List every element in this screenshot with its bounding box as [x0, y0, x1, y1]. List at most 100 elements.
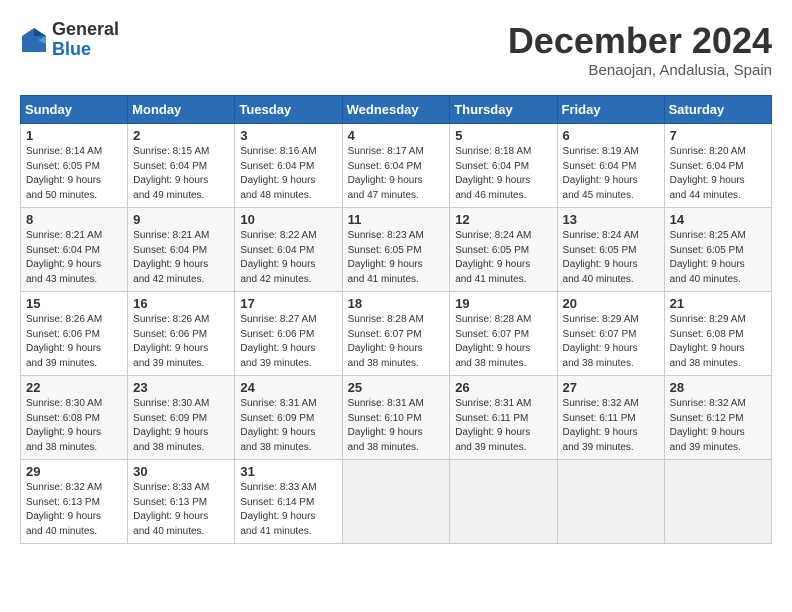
calendar-cell: 7 Sunrise: 8:20 AM Sunset: 6:04 PM Daylig…: [664, 124, 771, 208]
cell-info: Sunrise: 8:26 AM Sunset: 6:06 PM Dayligh…: [133, 313, 229, 371]
day-number: 12: [455, 212, 551, 227]
day-number: 20: [563, 296, 659, 311]
cell-info: Sunrise: 8:31 AM Sunset: 6:11 PM Dayligh…: [455, 397, 551, 455]
calendar-cell: 6 Sunrise: 8:19 AM Sunset: 6:04 PM Daylig…: [557, 124, 664, 208]
calendar-cell: [342, 460, 450, 544]
day-number: 9: [133, 212, 229, 227]
cell-info: Sunrise: 8:16 AM Sunset: 6:04 PM Dayligh…: [240, 145, 336, 203]
calendar-cell: 17Sunrise: 8:27 AM Sunset: 6:06 PM Dayli…: [235, 292, 342, 376]
calendar-cell: 9 Sunrise: 8:21 AM Sunset: 6:04 PM Daylig…: [128, 208, 235, 292]
calendar-cell: 8 Sunrise: 8:21 AM Sunset: 6:04 PM Daylig…: [21, 208, 128, 292]
calendar-body: 1 Sunrise: 8:14 AM Sunset: 6:05 PM Daylig…: [21, 124, 772, 544]
cell-info: Sunrise: 8:21 AM Sunset: 6:04 PM Dayligh…: [26, 229, 122, 287]
calendar-cell: 19 Sunrise: 8:28 AM Sunset: 6:07 PM Dayli…: [450, 292, 557, 376]
cell-info: Sunrise: 8:30 AM Sunset: 6:08 PM Dayligh…: [26, 397, 122, 455]
day-number: 24: [240, 380, 336, 395]
page-header: General Blue December 2024 Benaojan, And…: [20, 20, 772, 79]
day-number: 26: [455, 380, 551, 395]
header-cell-wednesday: Wednesday: [342, 96, 450, 124]
cell-info: Sunrise: 8:22 AM Sunset: 6:04 PM Dayligh…: [240, 229, 336, 287]
day-number: 11: [348, 212, 445, 227]
logo-general-text: General: [52, 19, 119, 39]
day-number: 28: [670, 380, 766, 395]
calendar-cell: 21Sunrise: 8:29 AM Sunset: 6:08 PM Dayli…: [664, 292, 771, 376]
day-number: 30: [133, 464, 229, 479]
calendar-cell: 25 Sunrise: 8:31 AM Sunset: 6:10 PM Dayli…: [342, 376, 450, 460]
logo: General Blue: [20, 20, 119, 60]
calendar-cell: 3 Sunrise: 8:16 AM Sunset: 6:04 PM Daylig…: [235, 124, 342, 208]
cell-info: Sunrise: 8:24 AM Sunset: 6:05 PM Dayligh…: [563, 229, 659, 287]
calendar-cell: 1 Sunrise: 8:14 AM Sunset: 6:05 PM Daylig…: [21, 124, 128, 208]
cell-info: Sunrise: 8:21 AM Sunset: 6:04 PM Dayligh…: [133, 229, 229, 287]
calendar-row: 22 Sunrise: 8:30 AM Sunset: 6:08 PM Dayli…: [21, 376, 772, 460]
calendar-cell: [557, 460, 664, 544]
header-cell-tuesday: Tuesday: [235, 96, 342, 124]
calendar-cell: 22 Sunrise: 8:30 AM Sunset: 6:08 PM Dayli…: [21, 376, 128, 460]
calendar-cell: [450, 460, 557, 544]
calendar-cell: 30 Sunrise: 8:33 AM Sunset: 6:13 PM Dayli…: [128, 460, 235, 544]
cell-info: Sunrise: 8:29 AM Sunset: 6:07 PM Dayligh…: [563, 313, 659, 371]
calendar-cell: 2Sunrise: 8:15 AM Sunset: 6:04 PM Daylig…: [128, 124, 235, 208]
title-block: December 2024 Benaojan, Andalusia, Spain: [508, 20, 772, 79]
location-text: Benaojan, Andalusia, Spain: [508, 62, 772, 79]
cell-info: Sunrise: 8:27 AM Sunset: 6:06 PM Dayligh…: [240, 313, 336, 371]
logo-text: General Blue: [52, 20, 119, 60]
calendar-cell: 4 Sunrise: 8:17 AM Sunset: 6:04 PM Daylig…: [342, 124, 450, 208]
calendar-cell: 11Sunrise: 8:23 AM Sunset: 6:05 PM Dayli…: [342, 208, 450, 292]
day-number: 10: [240, 212, 336, 227]
cell-info: Sunrise: 8:31 AM Sunset: 6:10 PM Dayligh…: [348, 397, 445, 455]
day-number: 13: [563, 212, 659, 227]
calendar-cell: 29Sunrise: 8:32 AM Sunset: 6:13 PM Dayli…: [21, 460, 128, 544]
day-number: 15: [26, 296, 122, 311]
day-number: 5: [455, 128, 551, 143]
day-number: 4: [348, 128, 445, 143]
calendar-cell: 18 Sunrise: 8:28 AM Sunset: 6:07 PM Dayli…: [342, 292, 450, 376]
day-number: 6: [563, 128, 659, 143]
cell-info: Sunrise: 8:28 AM Sunset: 6:07 PM Dayligh…: [455, 313, 551, 371]
header-row: SundayMondayTuesdayWednesdayThursdayFrid…: [21, 96, 772, 124]
day-number: 2: [133, 128, 229, 143]
header-cell-saturday: Saturday: [664, 96, 771, 124]
calendar-cell: 10 Sunrise: 8:22 AM Sunset: 6:04 PM Dayli…: [235, 208, 342, 292]
cell-info: Sunrise: 8:28 AM Sunset: 6:07 PM Dayligh…: [348, 313, 445, 371]
cell-info: Sunrise: 8:18 AM Sunset: 6:04 PM Dayligh…: [455, 145, 551, 203]
calendar-cell: 26 Sunrise: 8:31 AM Sunset: 6:11 PM Dayli…: [450, 376, 557, 460]
day-number: 27: [563, 380, 659, 395]
calendar-table: SundayMondayTuesdayWednesdayThursdayFrid…: [20, 95, 772, 544]
cell-info: Sunrise: 8:29 AM Sunset: 6:08 PM Dayligh…: [670, 313, 766, 371]
header-cell-monday: Monday: [128, 96, 235, 124]
calendar-cell: 31Sunrise: 8:33 AM Sunset: 6:14 PM Dayli…: [235, 460, 342, 544]
cell-info: Sunrise: 8:17 AM Sunset: 6:04 PM Dayligh…: [348, 145, 445, 203]
day-number: 25: [348, 380, 445, 395]
month-title: December 2024: [508, 20, 772, 62]
cell-info: Sunrise: 8:14 AM Sunset: 6:05 PM Dayligh…: [26, 145, 122, 203]
day-number: 31: [240, 464, 336, 479]
day-number: 14: [670, 212, 766, 227]
header-cell-thursday: Thursday: [450, 96, 557, 124]
day-number: 8: [26, 212, 122, 227]
day-number: 22: [26, 380, 122, 395]
calendar-cell: 13 Sunrise: 8:24 AM Sunset: 6:05 PM Dayli…: [557, 208, 664, 292]
cell-info: Sunrise: 8:32 AM Sunset: 6:11 PM Dayligh…: [563, 397, 659, 455]
calendar-row: 15 Sunrise: 8:26 AM Sunset: 6:06 PM Dayli…: [21, 292, 772, 376]
day-number: 1: [26, 128, 122, 143]
day-number: 23: [133, 380, 229, 395]
day-number: 19: [455, 296, 551, 311]
cell-info: Sunrise: 8:19 AM Sunset: 6:04 PM Dayligh…: [563, 145, 659, 203]
cell-info: Sunrise: 8:33 AM Sunset: 6:13 PM Dayligh…: [133, 481, 229, 539]
cell-info: Sunrise: 8:31 AM Sunset: 6:09 PM Dayligh…: [240, 397, 336, 455]
cell-info: Sunrise: 8:20 AM Sunset: 6:04 PM Dayligh…: [670, 145, 766, 203]
calendar-cell: 27 Sunrise: 8:32 AM Sunset: 6:11 PM Dayli…: [557, 376, 664, 460]
header-cell-sunday: Sunday: [21, 96, 128, 124]
calendar-cell: 15 Sunrise: 8:26 AM Sunset: 6:06 PM Dayli…: [21, 292, 128, 376]
logo-blue-text: Blue: [52, 39, 91, 59]
calendar-cell: 24 Sunrise: 8:31 AM Sunset: 6:09 PM Dayli…: [235, 376, 342, 460]
day-number: 3: [240, 128, 336, 143]
day-number: 7: [670, 128, 766, 143]
header-cell-friday: Friday: [557, 96, 664, 124]
calendar-row: 1 Sunrise: 8:14 AM Sunset: 6:05 PM Daylig…: [21, 124, 772, 208]
cell-info: Sunrise: 8:25 AM Sunset: 6:05 PM Dayligh…: [670, 229, 766, 287]
calendar-cell: 23Sunrise: 8:30 AM Sunset: 6:09 PM Dayli…: [128, 376, 235, 460]
cell-info: Sunrise: 8:26 AM Sunset: 6:06 PM Dayligh…: [26, 313, 122, 371]
day-number: 18: [348, 296, 445, 311]
